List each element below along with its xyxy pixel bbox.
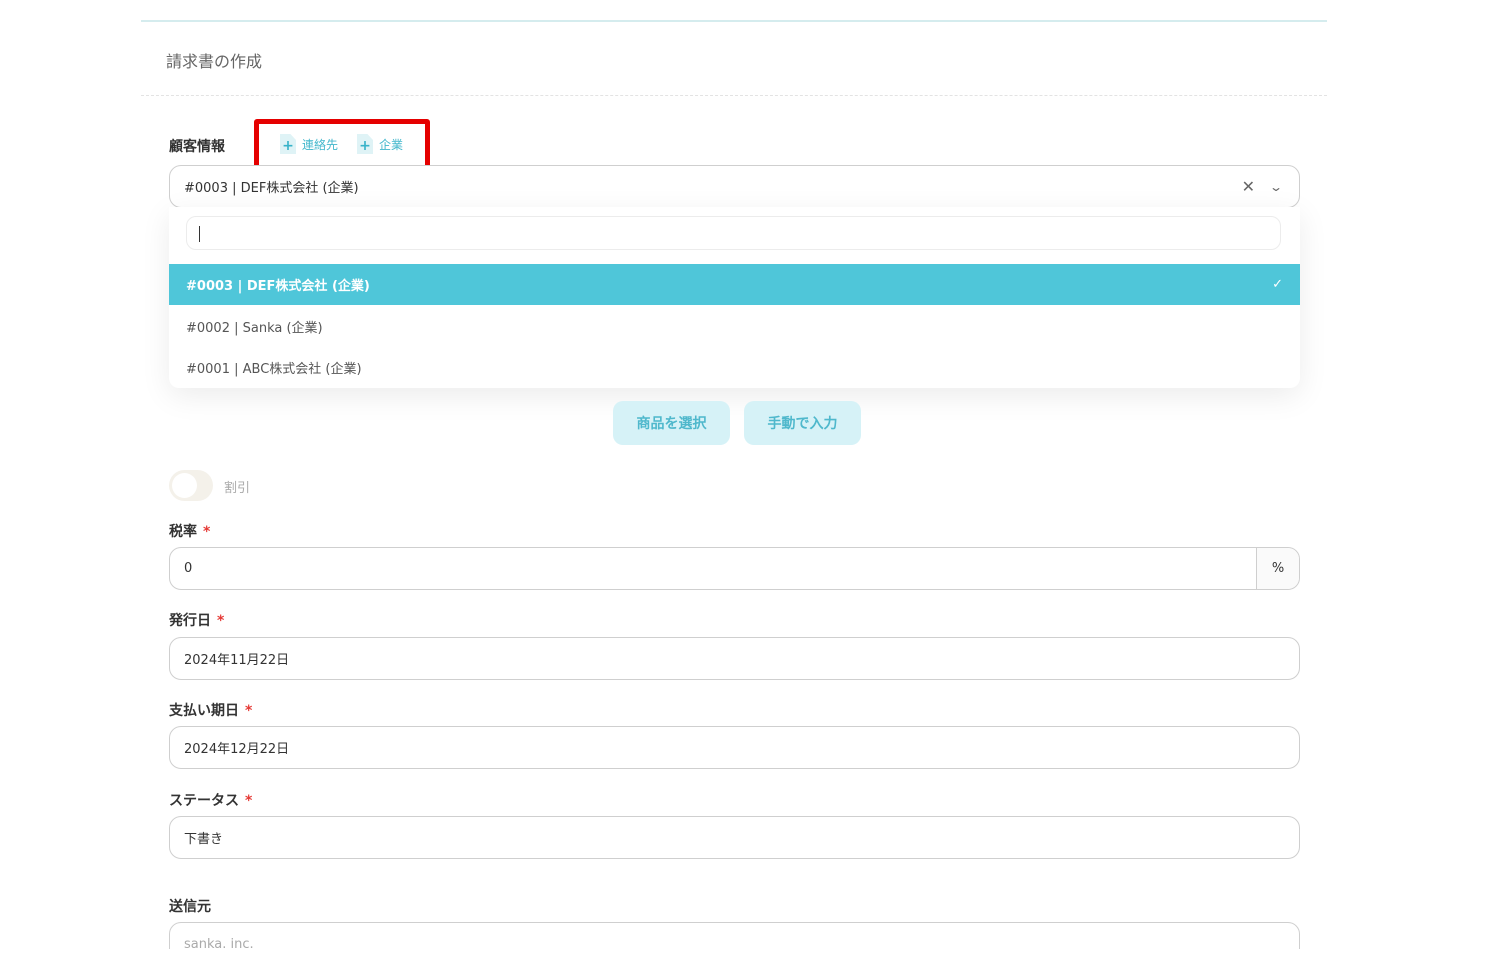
sender-input[interactable]: sanka. inc. — [169, 922, 1300, 949]
option-label: #0002 | Sanka (企業) — [186, 321, 323, 336]
add-company-label: 企業 — [379, 137, 404, 152]
tax-input[interactable]: 0 % — [169, 547, 1300, 590]
option-label: #0003 | DEF株式会社 (企業) — [186, 279, 370, 294]
customer-label: 顧客情報 — [169, 139, 225, 155]
sender-placeholder: sanka. inc. — [184, 937, 254, 949]
add-document-icon: + — [357, 134, 373, 154]
sender-label: 送信元 — [169, 899, 211, 915]
check-icon: ✓ — [1272, 277, 1283, 292]
add-contact-button[interactable]: + 連絡先 — [280, 134, 338, 154]
due-date-value: 2024年12月22日 — [184, 742, 290, 757]
clear-icon[interactable]: ✕ — [1242, 177, 1255, 196]
toggle-knob — [172, 473, 197, 498]
issue-date-input[interactable]: 2024年11月22日 — [169, 637, 1300, 680]
customer-option[interactable]: #0002 | Sanka (企業) — [169, 306, 1300, 347]
customer-select[interactable]: #0003 | DEF株式会社 (企業) ✕ ⌄ — [169, 165, 1300, 208]
due-date-label: 支払い期日 * — [169, 703, 253, 719]
add-document-icon: + — [280, 134, 296, 154]
page-title: 請求書の作成 — [166, 52, 263, 71]
chevron-down-icon[interactable]: ⌄ — [1269, 180, 1283, 194]
status-label: ステータス * — [169, 793, 253, 809]
tax-label: 税率 * — [169, 524, 211, 540]
discount-toggle[interactable] — [169, 470, 213, 501]
select-product-button[interactable]: 商品を選択 — [613, 401, 730, 445]
due-date-input[interactable]: 2024年12月22日 — [169, 726, 1300, 769]
customer-selected-value: #0003 | DEF株式会社 (企業) — [184, 181, 359, 196]
tax-value: 0 — [184, 561, 193, 576]
add-company-button[interactable]: + 企業 — [357, 134, 403, 154]
sender-input-clip: sanka. inc. — [169, 922, 1300, 949]
customer-search-input[interactable] — [186, 216, 1281, 250]
customer-option[interactable]: #0003 | DEF株式会社 (企業) ✓ — [169, 264, 1300, 305]
top-divider — [141, 20, 1327, 22]
add-contact-label: 連絡先 — [302, 137, 339, 152]
discount-label: 割引 — [224, 481, 251, 496]
customer-option[interactable]: #0001 | ABC株式会社 (企業) — [169, 347, 1300, 388]
percent-addon: % — [1256, 548, 1299, 589]
option-label: #0001 | ABC株式会社 (企業) — [186, 362, 362, 377]
issue-date-label: 発行日 * — [169, 613, 225, 629]
customer-dropdown: #0003 | DEF株式会社 (企業) ✓ #0002 | Sanka (企業… — [169, 207, 1300, 388]
text-caret — [199, 226, 200, 242]
status-select[interactable]: 下書き — [169, 816, 1300, 859]
issue-date-value: 2024年11月22日 — [184, 653, 290, 668]
manual-input-button[interactable]: 手動で入力 — [744, 401, 861, 445]
status-value: 下書き — [184, 832, 224, 847]
header-divider — [141, 95, 1327, 96]
